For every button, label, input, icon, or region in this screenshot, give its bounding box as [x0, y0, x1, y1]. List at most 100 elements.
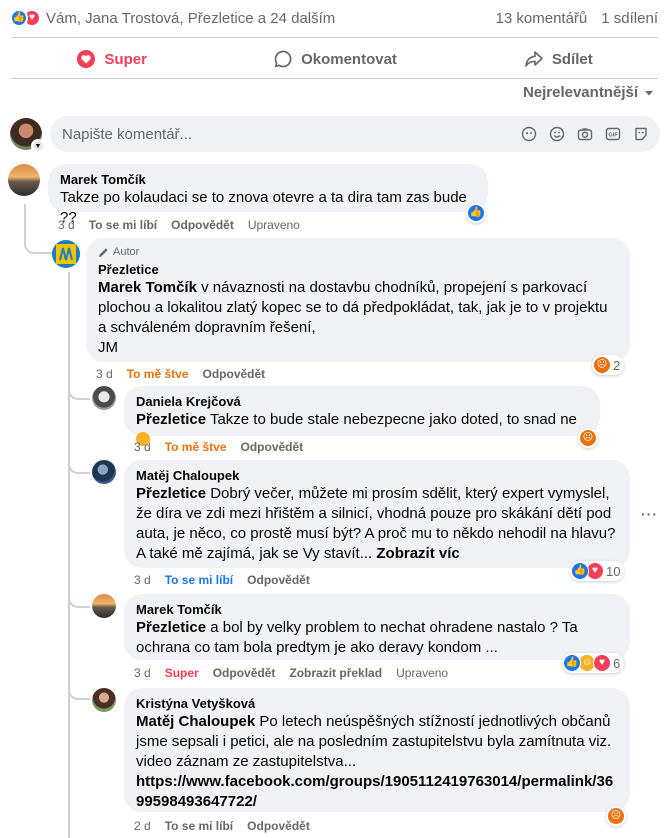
avatar[interactable]	[92, 386, 116, 410]
like-button[interactable]: To se mi líbí	[165, 819, 233, 833]
thread-connector	[68, 596, 90, 608]
reaction-count[interactable]: 👍	[466, 203, 486, 223]
comment-link[interactable]: https://www.facebook.com/groups/19051124…	[136, 772, 618, 812]
avatar-sticker-icon[interactable]	[520, 125, 538, 143]
comment-meta: 3 d To se mi líbí Odpovědět Upraveno	[58, 218, 300, 232]
comment-body: Takze to bude stale nebezpecne jako dote…	[206, 411, 577, 428]
avatar[interactable]	[92, 460, 116, 484]
comment-bubble: Matěj Chaloupek Přezletice Dobrý večer, …	[124, 460, 630, 568]
svg-text:GIF: GIF	[608, 133, 618, 139]
reaction-number: 10	[606, 563, 621, 579]
angry-icon: ☹	[607, 807, 625, 825]
like-button[interactable]: To se mi líbí	[89, 218, 157, 232]
comment-time[interactable]: 3 d	[134, 573, 151, 587]
thread-connector	[68, 388, 90, 400]
avatar[interactable]	[92, 688, 116, 712]
camera-icon[interactable]	[576, 125, 594, 143]
comment-author[interactable]: Matěj Chaloupek	[136, 468, 618, 484]
comment-author[interactable]: Marek Tomčík	[60, 172, 476, 188]
author-tag: Autor	[98, 246, 618, 258]
reaction-count[interactable]: ☹	[606, 806, 626, 826]
divider	[12, 78, 658, 79]
like-icon: 👍	[563, 654, 581, 672]
reaction-button[interactable]: To mě štve	[127, 367, 189, 381]
comment-time[interactable]: 3 d	[134, 666, 151, 680]
comment-author[interactable]: Kristýna Vetyšková	[136, 696, 618, 712]
comment-composer: ▼ Napište komentář... GIF	[10, 116, 660, 153]
avatar[interactable]	[92, 594, 116, 618]
more-options-icon[interactable]: ···	[641, 506, 658, 522]
comment-author[interactable]: Daniela Krejčová	[136, 394, 588, 410]
mention-link[interactable]: Přezletice	[136, 619, 206, 636]
reaction-count[interactable]: ☹	[578, 428, 598, 448]
comment-icon	[274, 50, 292, 68]
comment-meta: 3 d Super Odpovědět Zobrazit překlad Upr…	[134, 666, 448, 680]
comment-author[interactable]: Marek Tomčík	[136, 602, 618, 618]
comment-bubble: Marek Tomčík Takze po kolaudaci se to zn…	[48, 164, 488, 226]
reaction-count[interactable]: 👍 ♥ 10	[570, 561, 625, 581]
reaction-button[interactable]: Super	[165, 666, 199, 680]
reaction-count[interactable]: 👍 ☺ ♥ 6	[562, 653, 625, 673]
comment-bubble: Daniela Krejčová Přezletice Takze to bud…	[124, 386, 600, 446]
comment-time[interactable]: 3 d	[96, 367, 113, 381]
comment-text: Marek Tomčík v návaznosti na dostavbu ch…	[98, 278, 618, 338]
super-button[interactable]: Super	[0, 40, 223, 78]
mention-link[interactable]: Přezletice	[136, 411, 206, 428]
avatar[interactable]	[8, 164, 40, 196]
share-button[interactable]: Sdílet	[447, 40, 670, 78]
comment-placeholder: Napište komentář...	[62, 125, 193, 143]
comment-meta: 2 d To se mi líbí Odpovědět	[134, 819, 310, 833]
chevron-down-icon[interactable]: ▼	[31, 139, 45, 153]
comment-time[interactable]: 2 d	[134, 819, 151, 833]
comment-text: Přezletice a bol by velky problem to nec…	[136, 618, 618, 658]
author-tag-label: Autor	[113, 246, 140, 258]
share-count[interactable]: 1 sdílení	[601, 10, 658, 27]
mention-link[interactable]: Matěj Chaloupek	[136, 713, 255, 730]
comment-time[interactable]: 3 d	[134, 440, 151, 454]
reply-button[interactable]: Odpovědět	[213, 666, 276, 680]
super-label: Super	[104, 50, 147, 68]
reaction-icons[interactable]: 👍 ♥	[10, 9, 41, 27]
reply-button[interactable]: Odpovědět	[247, 573, 310, 587]
comment-input[interactable]: Napište komentář... GIF	[50, 116, 660, 152]
mention-link[interactable]: Přezletice	[136, 485, 206, 502]
emoji-icon[interactable]	[548, 125, 566, 143]
avatar[interactable]: ▼	[10, 118, 45, 153]
reaction-count[interactable]: ☹ 2	[592, 355, 625, 375]
comment-meta: 3 d To se mi líbí Odpovědět	[134, 573, 310, 587]
caret-down-icon	[645, 90, 653, 95]
comment-signature: JM	[98, 339, 118, 356]
comment-meta: 3 d To mě štve Odpovědět	[96, 367, 265, 381]
comment-meta: 3 d To mě štve Odpovědět	[134, 440, 303, 454]
edited-label: Upraveno	[247, 218, 300, 232]
reaction-names[interactable]: Vám, Jana Trostová, Přezletice a 24 dalš…	[46, 10, 335, 27]
sticker-icon[interactable]	[632, 125, 650, 143]
comment-bubble: Autor Přezletice Marek Tomčík v návaznos…	[86, 238, 630, 362]
angry-icon: ☹	[593, 356, 611, 374]
reaction-number: 2	[613, 357, 621, 373]
comment-time[interactable]: 3 d	[58, 218, 75, 232]
reaction-button[interactable]: To mě štve	[165, 440, 227, 454]
comment-author[interactable]: Přezletice	[98, 262, 618, 278]
edited-label: Upraveno	[396, 666, 449, 680]
page-avatar[interactable]	[52, 240, 80, 268]
reply-button[interactable]: Odpovědět	[203, 367, 266, 381]
comment-button[interactable]: Okomentovat	[223, 40, 446, 78]
like-button[interactable]: To se mi líbí	[165, 573, 233, 587]
translate-button[interactable]: Zobrazit překlad	[289, 666, 382, 680]
thread-connector	[68, 688, 90, 700]
sort-dropdown[interactable]: Nejrelevantnější	[523, 84, 654, 101]
comment-count[interactable]: 13 komentářů	[496, 10, 588, 27]
gif-icon[interactable]: GIF	[604, 125, 622, 143]
comment-bubble: Marek Tomčík Přezletice a bol by velky p…	[124, 594, 630, 660]
share-icon	[525, 51, 543, 67]
heart-icon	[77, 50, 96, 68]
mention-link[interactable]: Marek Tomčík	[98, 279, 197, 296]
reply-button[interactable]: Odpovědět	[247, 819, 310, 833]
share-label: Sdílet	[551, 50, 593, 68]
comment-text: Přezletice Dobrý večer, můžete mi prosím…	[136, 484, 618, 564]
like-icon: 👍	[467, 204, 485, 222]
see-more-link[interactable]: Zobrazit víc	[376, 545, 459, 562]
reply-button[interactable]: Odpovědět	[241, 440, 304, 454]
reply-button[interactable]: Odpovědět	[171, 218, 234, 232]
